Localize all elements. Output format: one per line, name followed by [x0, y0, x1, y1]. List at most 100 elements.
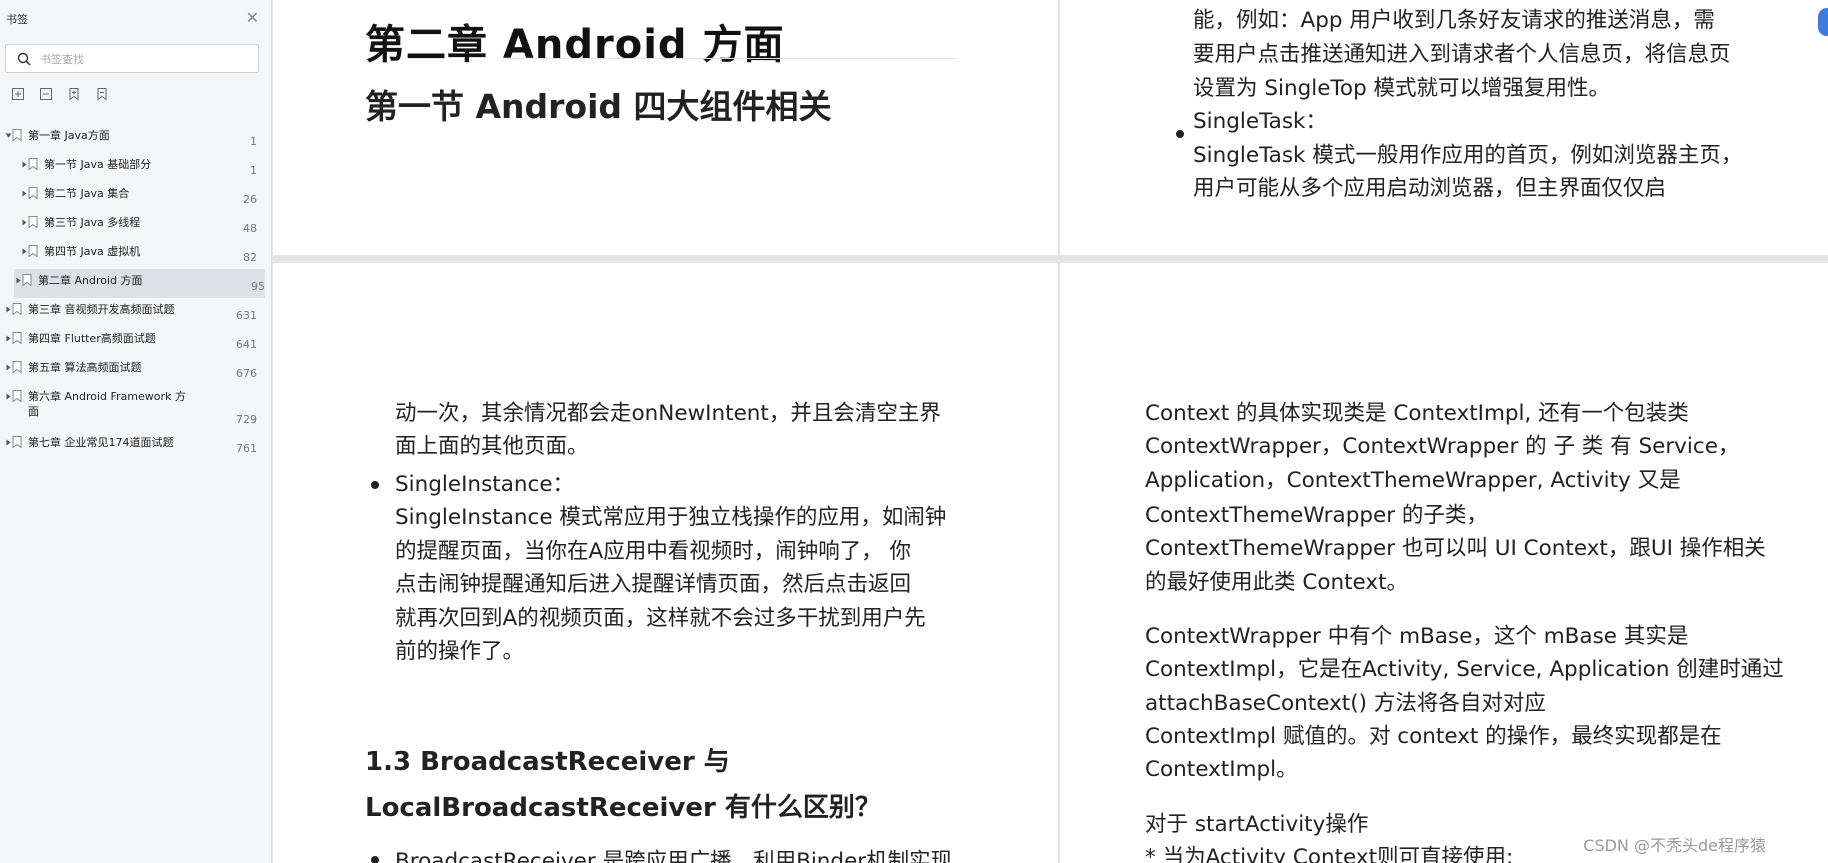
bookmark-label: 第四节 Java 虚拟机 — [44, 245, 141, 258]
bookmark-page-number: 48 — [243, 222, 257, 235]
bookmark-icon — [28, 158, 38, 171]
caret-right-icon[interactable] — [20, 246, 28, 256]
paragraph-line: ContextImpl，它是在Activity, Service, Applic… — [1145, 657, 1784, 682]
paragraph-line: 要用户点击推送通知进入到请求者个人信息页，将信息页 — [1193, 42, 1731, 67]
sidebar-title: 书签 — [6, 13, 28, 26]
remove-bookmark-icon[interactable] — [94, 86, 110, 102]
add-bookmark-icon[interactable] — [66, 86, 82, 102]
bookmark-item[interactable]: 第三章 音视频开发高频面试题 631 — [0, 298, 271, 327]
sidebar-toolbar — [10, 86, 110, 104]
bookmark-search-box[interactable] — [5, 44, 259, 73]
caret-right-icon[interactable] — [4, 333, 12, 343]
bookmark-icon — [28, 216, 38, 229]
paragraph-line: 点击闹钟提醒通知后进入提醒详情页面，然后点击返回 — [395, 572, 912, 597]
bookmark-item[interactable]: 第五章 算法高频面试题 676 — [0, 356, 271, 385]
paragraph-line: ContextThemeWrapper 也可以叫 UI Context，跟UI … — [1145, 536, 1766, 561]
paragraph-line: 用户可能从多个应用启动浏览器，但主界面仅仅启 — [1193, 176, 1667, 201]
bookmark-item[interactable]: 第二节 Java 集合 26 — [0, 182, 271, 211]
bullet-dot — [371, 856, 379, 863]
bookmark-page-number: 1 — [250, 164, 257, 177]
bookmark-icon — [28, 245, 38, 258]
bookmark-label: 第五章 算法高频面试题 — [28, 361, 142, 374]
caret-right-icon[interactable] — [4, 362, 12, 372]
caret-right-icon[interactable] — [20, 188, 28, 198]
bookmark-item[interactable]: 第四节 Java 虚拟机 82 — [0, 240, 271, 269]
bookmark-page-number: 729 — [236, 413, 257, 426]
bookmark-page-number: 641 — [236, 338, 257, 351]
bookmark-label: 第七章 企业常见174道面试题 — [28, 436, 174, 449]
bookmark-item[interactable]: 第七章 企业常见174道面试题 761 — [0, 431, 271, 460]
bookmark-page-number: 761 — [236, 442, 257, 455]
bookmark-page-number: 676 — [236, 367, 257, 380]
bookmark-page-number: 26 — [243, 193, 257, 206]
watermark-text: CSDN @不秃头de程序猿 — [1583, 836, 1766, 855]
subsection-heading: 1.3 BroadcastReceiver 与 — [365, 747, 730, 777]
paragraph-line: * 当为Activity Context则可直接使用; — [1145, 845, 1514, 863]
paragraph-line: ContextImpl 赋值的。对 context 的操作，最终实现都是在 — [1145, 724, 1722, 749]
caret-right-icon[interactable] — [20, 159, 28, 169]
bookmark-item[interactable]: 第一章 Java方面 1 — [0, 124, 271, 153]
title-rule — [505, 58, 957, 59]
bookmark-item[interactable]: 第二章 Android 方面 95 — [14, 269, 265, 298]
paragraph-line: 的提醒页面，当你在A应用中看视频时，闹钟响了， 你 — [395, 539, 912, 564]
bookmark-icon — [12, 129, 22, 142]
bookmark-label: 第二章 Android 方面 — [38, 274, 143, 287]
bookmark-sidebar: 书签 ✕ 第一章 Java方面 1 第一节 Java 基础部分 1 第二节 Java 集… — [0, 0, 272, 863]
caret-down-icon[interactable] — [4, 130, 12, 140]
paragraph-line: 能，例如：App 用户收到几条好友请求的推送消息，需 — [1193, 8, 1715, 33]
caret-right-icon[interactable] — [4, 391, 12, 401]
bullet-title: SingleTask： — [1193, 109, 1327, 134]
paragraph-line: ContextImpl。 — [1145, 757, 1298, 782]
paragraph-line: ContextWrapper 中有个 mBase，这个 mBase 其实是 — [1145, 624, 1689, 649]
bookmark-icon — [12, 303, 22, 316]
bookmark-item[interactable]: 第六章 Android Framework 方面 729 — [0, 385, 271, 431]
paragraph-line: 面上面的其他页面。 — [395, 434, 589, 459]
bookmark-item[interactable]: 第四章 Flutter高频面试题 641 — [0, 327, 271, 356]
bullet-title: SingleInstance： — [395, 472, 575, 497]
paragraph-line: SingleTask 模式一般用作应用的首页，例如浏览器主页， — [1193, 143, 1743, 168]
bookmark-item[interactable]: 第一节 Java 基础部分 1 — [0, 153, 271, 182]
close-icon[interactable]: ✕ — [246, 8, 259, 28]
bookmark-label: 第六章 Android Framework 方面 — [28, 390, 186, 418]
bookmark-page-number: 82 — [243, 251, 257, 264]
bookmark-label: 第一节 Java 基础部分 — [44, 158, 152, 171]
bookmark-search-input[interactable] — [40, 49, 250, 69]
bookmark-item[interactable]: 第三节 Java 多线程 48 — [0, 211, 271, 240]
paragraph-line: BroadcastReceiver 是跨应用广播，利用Binder机制实现， — [395, 849, 974, 863]
caret-right-icon[interactable] — [4, 437, 12, 447]
bookmark-label: 第三章 音视频开发高频面试题 — [28, 303, 175, 316]
expand-all-icon[interactable] — [10, 86, 26, 102]
pdf-page: Context 的具体实现类是 ContextImpl, 还有一个包装类 Con… — [1060, 263, 1828, 863]
bookmark-icon — [22, 274, 32, 287]
bookmark-icon — [12, 436, 22, 449]
sidebar-header: 书签 ✕ — [0, 0, 271, 38]
bullet-dot — [1176, 130, 1184, 138]
caret-right-icon[interactable] — [20, 217, 28, 227]
collapse-all-icon[interactable] — [38, 86, 54, 102]
bookmark-page-number: 1 — [250, 135, 257, 148]
pdf-page: 能，例如：App 用户收到几条好友请求的推送消息，需 要用户点击推送通知进入到请… — [1060, 0, 1828, 255]
paragraph-line: 前的操作了。 — [395, 639, 525, 664]
bullet-dot — [371, 481, 379, 489]
paragraph-line: Context 的具体实现类是 ContextImpl, 还有一个包装类 — [1145, 401, 1689, 426]
bookmark-list: 第一章 Java方面 1 第一节 Java 基础部分 1 第二节 Java 集合 26 第三… — [0, 124, 271, 460]
paragraph-line: 的最好使用此类 Context。 — [1145, 570, 1409, 595]
scroll-indicator[interactable] — [1818, 8, 1828, 36]
paragraph-line: Application，ContextThemeWrapper, Activit… — [1145, 468, 1681, 493]
bookmark-page-number: 95 — [251, 280, 265, 293]
pdf-page: 第二章 Android 方面 第一节 Android 四大组件相关 — [273, 0, 1058, 255]
document-view[interactable]: 第二章 Android 方面 第一节 Android 四大组件相关 能，例如：A… — [273, 0, 1828, 863]
paragraph-line: SingleInstance 模式常应用于独立栈操作的应用，如闹钟 — [395, 505, 947, 530]
caret-right-icon[interactable] — [4, 304, 12, 314]
bookmark-label: 第二节 Java 集合 — [44, 187, 130, 200]
paragraph-line: 设置为 SingleTop 模式就可以增强复用性。 — [1193, 76, 1611, 101]
caret-right-icon[interactable] — [14, 275, 22, 285]
paragraph-line: 对于 startActivity操作 — [1145, 812, 1369, 837]
bookmark-label: 第一章 Java方面 — [28, 129, 110, 142]
bookmark-page-number: 631 — [236, 309, 257, 322]
bookmark-icon — [12, 361, 22, 374]
section-title: 第一节 Android 四大组件相关 — [365, 87, 832, 126]
bookmark-icon — [28, 187, 38, 200]
paragraph-line: 就再次回到A的视频页面，这样就不会过多干扰到用户先 — [395, 606, 926, 631]
paragraph-line: ContextWrapper，ContextWrapper 的 子 类 有 Se… — [1145, 434, 1740, 459]
